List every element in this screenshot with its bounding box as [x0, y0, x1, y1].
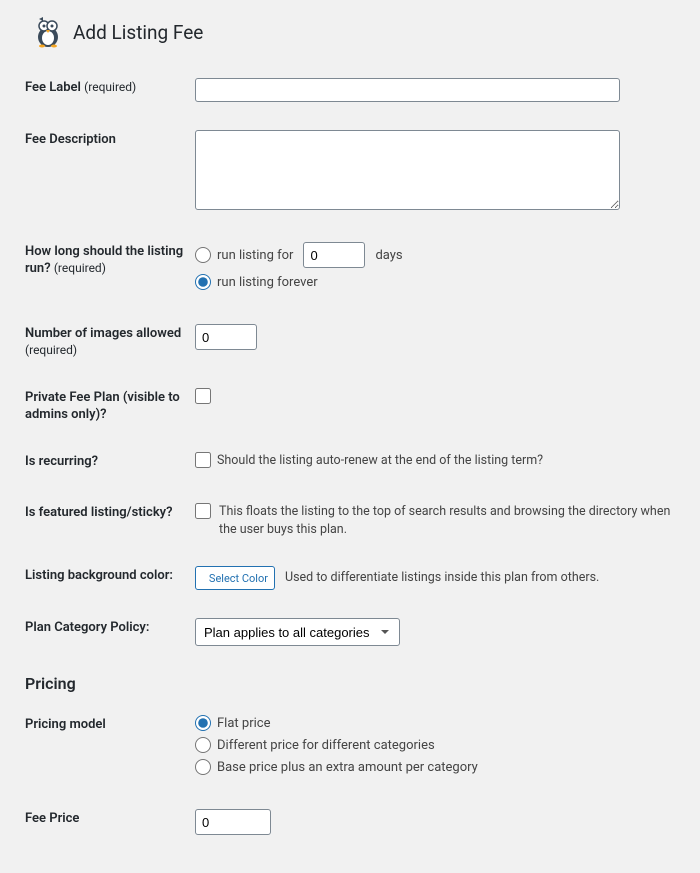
pricing-diff-radio[interactable] — [195, 737, 211, 753]
pricing-flat-radio[interactable] — [195, 715, 211, 731]
label-featured: Is featured listing/sticky? — [25, 503, 195, 522]
duration-days-suffix: days — [375, 248, 402, 263]
fee-label-input[interactable] — [195, 78, 620, 102]
label-fee-label: Fee Label (required) — [25, 78, 195, 97]
select-color-label: Select Color — [209, 572, 268, 585]
label-bgcolor: Listing background color: — [25, 566, 195, 585]
row-fee-description: Fee Description — [25, 130, 675, 214]
pricing-diff-label: Different price for different categories — [217, 738, 435, 753]
duration-for-label: run listing for — [217, 248, 293, 263]
featured-desc: This floats the listing to the top of se… — [219, 503, 675, 538]
recurring-desc: Should the listing auto-renew at the end… — [217, 452, 543, 470]
mascot-icon — [33, 16, 63, 48]
label-pricing-model: Pricing model — [25, 715, 195, 734]
fee-description-textarea[interactable] — [195, 130, 620, 210]
row-pricing-model: Pricing model Flat price Different price… — [25, 715, 675, 781]
duration-forever-label: run listing forever — [217, 275, 318, 290]
page-title: Add Listing Fee — [73, 21, 203, 44]
recurring-checkbox[interactable] — [195, 452, 211, 468]
fee-price-input[interactable] — [195, 809, 271, 835]
private-checkbox[interactable] — [195, 388, 211, 404]
pricing-heading: Pricing — [25, 674, 675, 693]
page-header: Add Listing Fee — [33, 16, 675, 48]
row-images: Number of images allowed (required) — [25, 324, 675, 360]
images-input[interactable] — [195, 324, 257, 350]
pricing-base-radio[interactable] — [195, 759, 211, 775]
row-fee-price: Fee Price — [25, 809, 675, 835]
pricing-flat-label: Flat price — [217, 716, 270, 731]
bgcolor-desc: Used to differentiate listings inside th… — [285, 569, 599, 587]
row-policy: Plan Category Policy: Plan applies to al… — [25, 618, 675, 646]
label-images: Number of images allowed (required) — [25, 324, 195, 360]
label-private: Private Fee Plan (visible to admins only… — [25, 388, 195, 424]
label-fee-price: Fee Price — [25, 809, 195, 828]
row-featured: Is featured listing/sticky? This floats … — [25, 503, 675, 538]
label-fee-description: Fee Description — [25, 130, 195, 149]
row-bgcolor: Listing background color: Select Color U… — [25, 566, 675, 590]
row-private: Private Fee Plan (visible to admins only… — [25, 388, 675, 424]
duration-forever-radio[interactable] — [195, 274, 211, 290]
duration-for-radio[interactable] — [195, 247, 211, 263]
policy-select[interactable]: Plan applies to all categories — [195, 618, 400, 646]
featured-checkbox[interactable] — [195, 503, 211, 519]
row-fee-label: Fee Label (required) — [25, 78, 675, 102]
row-duration: How long should the listing run? (requir… — [25, 242, 675, 296]
label-policy: Plan Category Policy: — [25, 618, 195, 637]
label-recurring: Is recurring? — [25, 452, 195, 471]
row-recurring: Is recurring? Should the listing auto-re… — [25, 452, 675, 476]
select-color-button[interactable]: Select Color — [195, 566, 275, 590]
duration-days-input[interactable] — [303, 242, 365, 268]
pricing-base-label: Base price plus an extra amount per cate… — [217, 760, 478, 775]
label-duration: How long should the listing run? (requir… — [25, 242, 195, 278]
